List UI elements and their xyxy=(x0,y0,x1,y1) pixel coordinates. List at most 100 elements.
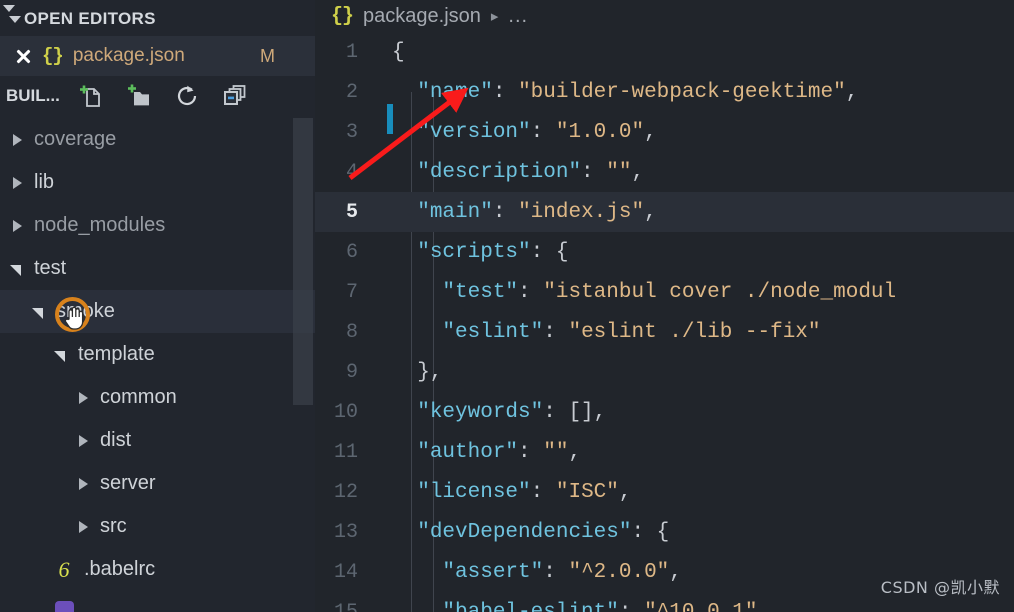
code-line[interactable]: 13 "devDependencies": { xyxy=(315,512,1014,552)
token: "devDependencies" xyxy=(417,520,632,544)
new-folder-icon[interactable] xyxy=(126,83,152,109)
token: "main" xyxy=(417,200,493,224)
tree-item-label: server xyxy=(100,472,156,494)
collapse-all-icon[interactable] xyxy=(222,83,248,109)
tree-item-dist[interactable]: dist xyxy=(0,419,315,462)
line-number: 14 xyxy=(333,560,358,584)
json-file-icon: {} xyxy=(42,45,64,67)
tree-item-label: node_modules xyxy=(34,214,166,236)
token: : xyxy=(492,200,519,224)
code-line[interactable]: 2 "name": "builder-webpack-geektime", xyxy=(315,72,1014,112)
open-editors-label: OPEN EDITORS xyxy=(24,9,156,28)
refresh-icon[interactable] xyxy=(174,83,200,109)
tree-item-lib[interactable]: lib xyxy=(0,161,315,204)
token: "license" xyxy=(417,480,531,504)
explorer-actions xyxy=(78,83,248,109)
sidebar-scrollbar[interactable] xyxy=(293,118,313,405)
code-line[interactable]: 5 "main": "index.js", xyxy=(315,192,1014,232)
open-editors-section-header[interactable]: OPEN EDITORS xyxy=(0,0,315,36)
token: : xyxy=(543,560,569,584)
token: "test" xyxy=(442,280,519,304)
tree-item-src[interactable]: src xyxy=(0,505,315,548)
line-text: "test": "istanbul cover ./node_modul xyxy=(380,281,1014,304)
line-text: "eslint": "eslint ./lib --fix" xyxy=(380,321,1014,344)
explorer-section-header[interactable]: BUIL... xyxy=(0,76,315,116)
chevron-right-icon[interactable] xyxy=(10,133,24,147)
code-line[interactable]: 1{ xyxy=(315,32,1014,72)
token: "builder-webpack-geektime" xyxy=(518,80,846,104)
token: : { xyxy=(631,520,670,544)
open-editor-item-package-json[interactable]: {} package.json M xyxy=(0,36,315,76)
code-line[interactable]: 11 "author": "", xyxy=(315,432,1014,472)
modified-badge: M xyxy=(260,45,275,66)
line-number: 4 xyxy=(345,160,358,184)
chevron-right-icon[interactable] xyxy=(76,477,90,491)
editor-pane: {} package.json ▸ ... 1{2 "name": "build… xyxy=(315,0,1014,612)
chevron-down-icon[interactable] xyxy=(32,305,46,319)
tree-item-smoke[interactable]: smoke xyxy=(0,290,315,333)
tree-item-label: .babelrc xyxy=(84,558,156,580)
line-text: "scripts": { xyxy=(380,241,1014,264)
token: : xyxy=(492,80,519,104)
code-content[interactable]: 1{2 "name": "builder-webpack-geektime", 3… xyxy=(315,32,1014,612)
tree-item-file[interactable] xyxy=(0,591,315,612)
chevron-right-icon[interactable] xyxy=(76,434,90,448)
line-number: 12 xyxy=(333,480,358,504)
tree-item-label: common xyxy=(100,386,177,408)
tree-item-server[interactable]: server xyxy=(0,462,315,505)
chevron-right-icon[interactable] xyxy=(10,176,24,190)
tree-item-test[interactable]: test xyxy=(0,247,315,290)
json-file-icon: {} xyxy=(331,4,354,28)
code-line[interactable]: 4 "description": "", xyxy=(315,152,1014,192)
tree-item-label: src xyxy=(100,515,127,537)
code-line[interactable]: 8 "eslint": "eslint ./lib --fix" xyxy=(315,312,1014,352)
line-number: 15 xyxy=(333,600,358,612)
token: "^10.0.1" xyxy=(644,600,758,612)
token: "eslint" xyxy=(442,320,544,344)
line-text: "version": "1.0.0", xyxy=(380,121,1014,144)
chevron-right-icon[interactable] xyxy=(76,520,90,534)
chevron-right-icon[interactable] xyxy=(10,219,24,233)
code-line[interactable]: 3 "version": "1.0.0", xyxy=(315,112,1014,152)
tree-item-node_modules[interactable]: node_modules xyxy=(0,204,315,247)
code-line[interactable]: 10 "keywords": [], xyxy=(315,392,1014,432)
breadcrumb-overflow[interactable]: ... xyxy=(508,5,528,28)
line-text: "description": "", xyxy=(380,161,1014,184)
line-number: 6 xyxy=(345,240,358,264)
tree-item-.babelrc[interactable]: 6 .babelrc xyxy=(0,548,315,591)
line-number: 1 xyxy=(345,40,358,64)
line-number: 10 xyxy=(333,400,358,424)
token: , xyxy=(669,560,682,584)
token: "description" xyxy=(417,160,582,184)
code-line[interactable]: 9 }, xyxy=(315,352,1014,392)
tree-item-label: coverage xyxy=(34,128,117,150)
line-text: "license": "ISC", xyxy=(380,481,1014,504)
chevron-down-icon[interactable] xyxy=(10,262,24,276)
chevron-right-icon[interactable] xyxy=(76,391,90,405)
sidebar: OPEN EDITORS {} package.json M BUIL... c… xyxy=(0,0,315,612)
tree-item-common[interactable]: common xyxy=(0,376,315,419)
line-text: "devDependencies": { xyxy=(380,521,1014,544)
tree-item-label: smoke xyxy=(56,300,115,322)
tree-item-coverage[interactable]: coverage xyxy=(0,118,315,161)
code-line[interactable]: 6 "scripts": { xyxy=(315,232,1014,272)
line-text: "name": "builder-webpack-geektime", xyxy=(380,81,1014,104)
token: "eslint ./lib --fix" xyxy=(568,320,821,344)
code-line[interactable]: 7 "test": "istanbul cover ./node_modul xyxy=(315,272,1014,312)
token: , xyxy=(644,120,657,144)
line-text: { xyxy=(380,41,1014,64)
tree-item-label: lib xyxy=(34,171,55,193)
code-lines: 1{2 "name": "builder-webpack-geektime", 3… xyxy=(315,32,1014,612)
code-line[interactable]: 12 "license": "ISC", xyxy=(315,472,1014,512)
token: "version" xyxy=(417,120,531,144)
line-text: "main": "index.js", xyxy=(380,201,1014,224)
breadcrumb-file[interactable]: package.json xyxy=(363,5,481,28)
close-icon[interactable] xyxy=(14,47,32,65)
vscode-window: OPEN EDITORS {} package.json M BUIL... c… xyxy=(0,0,1014,612)
chevron-down-icon[interactable] xyxy=(54,348,68,362)
tree-item-template[interactable]: template xyxy=(0,333,315,376)
new-file-icon[interactable] xyxy=(78,83,104,109)
